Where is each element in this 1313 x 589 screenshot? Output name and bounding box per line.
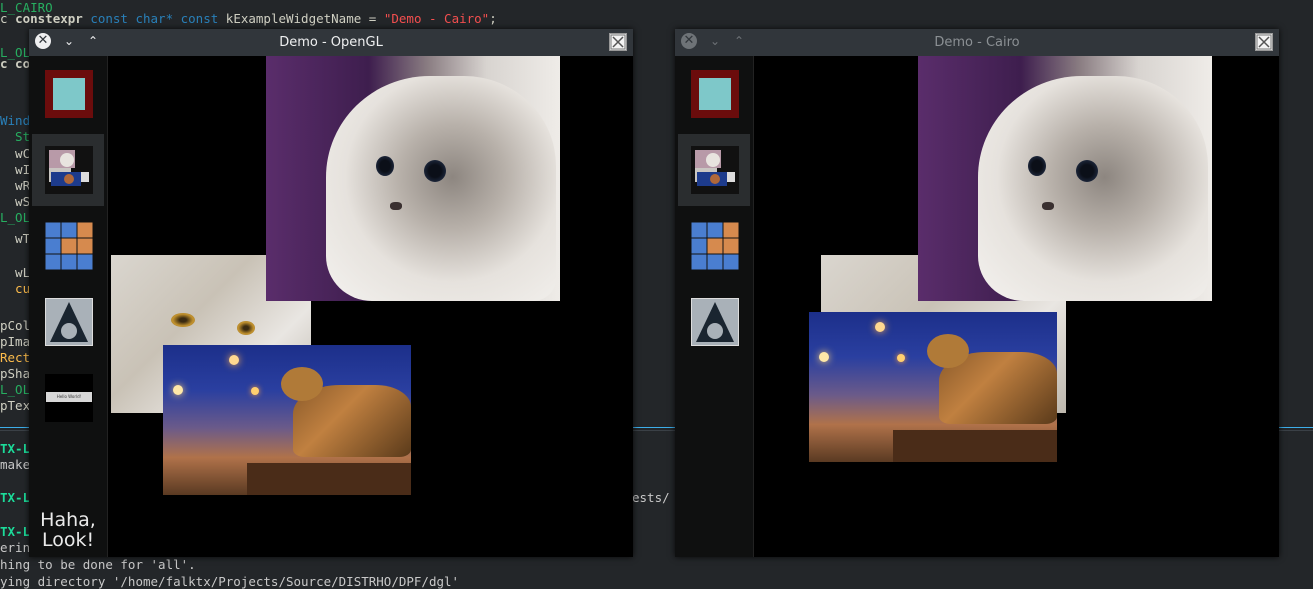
images-icon bbox=[45, 146, 93, 194]
color-icon bbox=[691, 70, 739, 118]
demo-cairo-window[interactable]: ✕ ⌄ ⌃ Demo - Cairo bbox=[675, 29, 1279, 557]
sidebar-item-images[interactable] bbox=[32, 134, 104, 206]
sidebar-item-button[interactable]: Hello World! bbox=[32, 362, 104, 434]
app-icon[interactable] bbox=[1255, 33, 1273, 51]
button-preview-text: Hello World! bbox=[46, 392, 92, 402]
terminal-line: hing to be done for 'all'. bbox=[0, 557, 196, 572]
text-widget-label: Haha, Look! bbox=[40, 509, 96, 551]
window-titlebar[interactable]: ✕ ⌄ ⌃ Demo - OpenGL bbox=[29, 29, 633, 56]
rectangles-icon bbox=[690, 221, 740, 271]
code-line: L_OL bbox=[0, 382, 31, 397]
demo-opengl-window[interactable]: ✕ ⌄ ⌃ Demo - OpenGL Hello World! Haha, L… bbox=[29, 29, 633, 557]
ragdoll-cat-photo[interactable] bbox=[266, 56, 560, 301]
code-line: cu bbox=[0, 281, 31, 296]
shapes-icon bbox=[691, 298, 739, 346]
window-titlebar[interactable]: ✕ ⌄ ⌃ Demo - Cairo bbox=[675, 29, 1279, 56]
sidebar-item-shapes[interactable] bbox=[32, 286, 104, 358]
sidebar-item-rectangles[interactable] bbox=[678, 210, 750, 282]
app-icon[interactable] bbox=[609, 33, 627, 51]
terminal-partial-text: ests/ bbox=[632, 490, 670, 505]
code-line: L_OL bbox=[0, 210, 31, 225]
shapes-icon bbox=[45, 298, 93, 346]
window-title: Demo - OpenGL bbox=[279, 35, 383, 50]
tabby-cat-photo[interactable] bbox=[163, 345, 411, 495]
button-preview-icon: Hello World! bbox=[45, 374, 93, 422]
window-title: Demo - Cairo bbox=[934, 35, 1020, 50]
tabby-cat-photo[interactable] bbox=[809, 312, 1057, 462]
terminal-line: ying directory '/home/falktx/Projects/So… bbox=[0, 574, 460, 589]
terminal-line: TX-L bbox=[0, 441, 31, 456]
window-content[interactable]: Hello World! Haha, Look! bbox=[29, 56, 633, 557]
code-line: c constexpr const char* const kExampleWi… bbox=[0, 11, 497, 26]
sidebar-item-color[interactable] bbox=[32, 58, 104, 130]
images-icon bbox=[691, 146, 739, 194]
sidebar-item-images[interactable] bbox=[678, 134, 750, 206]
color-icon bbox=[45, 70, 93, 118]
sidebar bbox=[675, 56, 754, 557]
sidebar-item-color[interactable] bbox=[678, 58, 750, 130]
terminal-line: make bbox=[0, 457, 31, 472]
sidebar-item-rectangles[interactable] bbox=[32, 210, 104, 282]
ragdoll-cat-photo[interactable] bbox=[918, 56, 1212, 301]
terminal-line: TX-L bbox=[0, 490, 31, 505]
sidebar-item-shapes[interactable] bbox=[678, 286, 750, 358]
code-line: c co bbox=[0, 56, 31, 71]
sidebar: Hello World! Haha, Look! bbox=[29, 56, 108, 557]
terminal-line: TX-L bbox=[0, 524, 31, 539]
window-content[interactable] bbox=[675, 56, 1279, 557]
rectangles-icon bbox=[44, 221, 94, 271]
